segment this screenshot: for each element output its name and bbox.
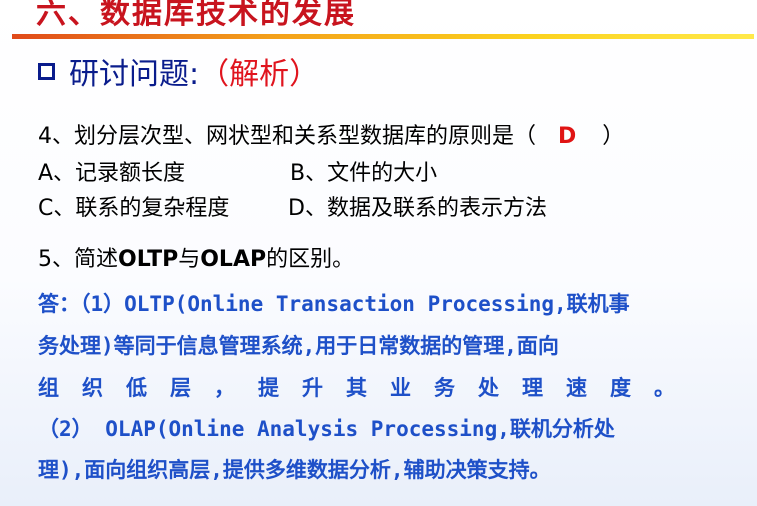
- square-bullet-icon: [38, 62, 55, 80]
- question-5-mid: 与: [178, 247, 201, 272]
- question-5-olap: OLAP: [200, 247, 267, 272]
- option-c: C、联系的复杂程度: [38, 196, 230, 221]
- section-heading: 研讨问题: （解析）: [38, 50, 319, 92]
- question-5-prefix: 5、简述: [38, 247, 118, 272]
- slide-title: 六、数据库技术的发展: [36, 0, 356, 31]
- question-5-oltp: OLTP: [118, 247, 179, 272]
- answer-line-3: 组织低层，提升其业务处理速度。: [38, 376, 698, 400]
- question-4: 4、划分层次型、网状型和关系型数据库的原则是（ D ）: [38, 118, 624, 150]
- question-4-close: ）: [602, 124, 625, 149]
- answer-line-5: 理),面向组织高层,提供多维数据分析,辅助决策支持。: [38, 458, 551, 482]
- question-5-suffix: 的区别。: [266, 247, 355, 272]
- section-label: 研讨问题:: [69, 57, 200, 92]
- question-4-text: 4、划分层次型、网状型和关系型数据库的原则是（: [38, 124, 536, 149]
- answer-line-1: 答：（1）OLTP(Online Transaction Processing,…: [38, 292, 630, 316]
- title-divider: [12, 34, 754, 39]
- option-a: A、记录额长度: [38, 161, 186, 186]
- answer-line-4: （2） OLAP(Online Analysis Processing,联机分析…: [38, 417, 615, 441]
- section-analysis-label: （解析）: [199, 57, 320, 92]
- question-4-answer: D: [558, 124, 577, 149]
- option-b: B、文件的大小: [290, 161, 438, 186]
- option-d: D、数据及联系的表示方法: [288, 196, 547, 221]
- question-5: 5、简述OLTP与OLAP的区别。: [38, 241, 354, 273]
- answer-line-2: 务处理)等同于信息管理系统,用于日常数据的管理,面向: [38, 334, 559, 358]
